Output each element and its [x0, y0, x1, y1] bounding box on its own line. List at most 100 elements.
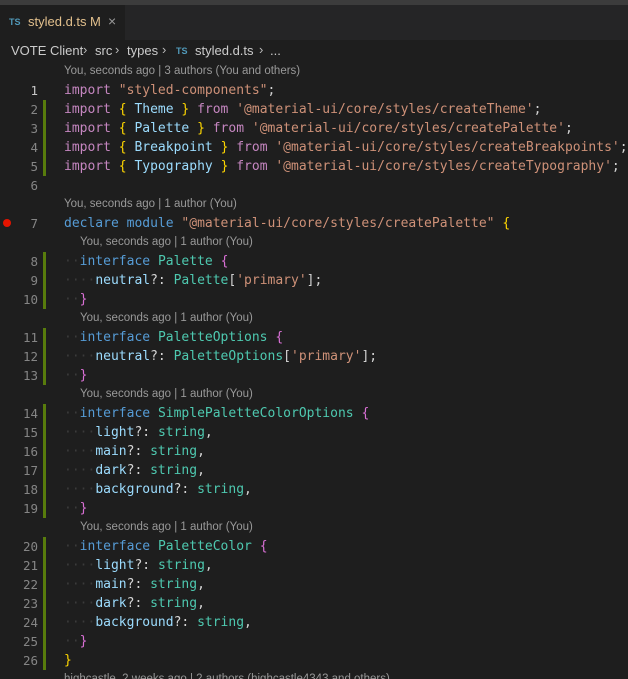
codelens-blame[interactable]: You, seconds ago | 1 author (You) — [64, 195, 237, 214]
line-number: 1 — [30, 83, 38, 98]
line-number: 12 — [22, 349, 38, 364]
codelens-blame[interactable]: You, seconds ago | 1 author (You) — [80, 309, 253, 328]
gutter-added-marker — [43, 328, 46, 347]
code-text: import { Breakpoint } from '@material-ui… — [64, 140, 628, 155]
code-line[interactable]: 10 ··} — [0, 290, 628, 309]
code-text: ··} — [64, 634, 88, 649]
line-number: 22 — [22, 577, 38, 592]
breadcrumb-item-more[interactable]: ... — [270, 43, 281, 58]
code-line[interactable]: 16 ····main?: string, — [0, 442, 628, 461]
code-text: } — [64, 653, 72, 668]
gutter-added-marker — [43, 461, 46, 480]
line-number: 8 — [30, 254, 38, 269]
code-line[interactable]: 15 ····light?: string, — [0, 423, 628, 442]
code-editor[interactable]: You, seconds ago | 3 authors (You and ot… — [0, 62, 628, 679]
line-number: 7 — [30, 216, 38, 231]
code-text: ····light?: string, — [64, 558, 213, 573]
code-line[interactable]: 6 — [0, 176, 628, 195]
gutter-added-marker — [43, 404, 46, 423]
codelens-blame[interactable]: You, seconds ago | 3 authors (You and ot… — [64, 62, 300, 81]
code-line[interactable]: 5 import { Typography } from '@material-… — [0, 157, 628, 176]
codelens-blame[interactable]: highcastle, 2 weeks ago | 2 authors (hig… — [64, 670, 390, 679]
code-line[interactable]: 26 } — [0, 651, 628, 670]
tab-styled-d-ts[interactable]: TS styled.d.ts M × — [0, 5, 125, 40]
breadcrumb: VOTE Client › src › types › TS styled.d.… — [0, 40, 628, 62]
chevron-right-icon: › — [83, 42, 88, 57]
line-number: 14 — [22, 406, 38, 421]
gutter-added-marker — [43, 366, 46, 385]
code-line[interactable]: 22 ····main?: string, — [0, 575, 628, 594]
line-number: 9 — [30, 273, 38, 288]
codelens-blame[interactable]: You, seconds ago | 1 author (You) — [80, 233, 253, 252]
code-line[interactable]: 17 ····dark?: string, — [0, 461, 628, 480]
gutter-added-marker — [43, 575, 46, 594]
gutter-added-marker — [43, 480, 46, 499]
code-text: ····neutral?: Palette['primary']; — [64, 273, 323, 288]
chevron-right-icon: › — [162, 42, 167, 57]
code-text: import { Palette } from '@material-ui/co… — [64, 121, 573, 136]
code-text: ····main?: string, — [64, 444, 205, 459]
code-text: ····dark?: string, — [64, 463, 205, 478]
code-line[interactable]: 11 ··interface PaletteOptions { — [0, 328, 628, 347]
code-text: import { Typography } from '@material-ui… — [64, 159, 620, 174]
codelens-blame[interactable]: You, seconds ago | 1 author (You) — [80, 518, 253, 537]
code-text: ····dark?: string, — [64, 596, 205, 611]
line-number: 11 — [22, 330, 38, 345]
line-number: 16 — [22, 444, 38, 459]
line-number: 18 — [22, 482, 38, 497]
gutter-added-marker — [43, 556, 46, 575]
code-line[interactable]: 1 import "styled-components"; — [0, 81, 628, 100]
close-icon[interactable]: × — [108, 13, 116, 29]
code-line[interactable]: 3 import { Palette } from '@material-ui/… — [0, 119, 628, 138]
line-number: 6 — [30, 178, 38, 193]
line-number: 26 — [22, 653, 38, 668]
gutter-added-marker — [43, 138, 46, 157]
code-line[interactable]: 2 import { Theme } from '@material-ui/co… — [0, 100, 628, 119]
line-number: 20 — [22, 539, 38, 554]
gutter-added-marker — [43, 271, 46, 290]
gutter-added-marker — [43, 632, 46, 651]
code-line[interactable]: 12 ····neutral?: PaletteOptions['primary… — [0, 347, 628, 366]
breadcrumb-item-file[interactable]: styled.d.ts — [195, 43, 254, 58]
codelens-blame[interactable]: You, seconds ago | 1 author (You) — [80, 385, 253, 404]
code-text: ··interface SimplePaletteColorOptions { — [64, 406, 370, 421]
line-number: 25 — [22, 634, 38, 649]
breadcrumb-item-types[interactable]: types — [127, 43, 158, 58]
code-line[interactable]: 24 ····background?: string, — [0, 613, 628, 632]
gutter-added-marker — [43, 537, 46, 556]
code-line[interactable]: 13 ··} — [0, 366, 628, 385]
code-line[interactable]: 18 ····background?: string, — [0, 480, 628, 499]
line-number: 21 — [22, 558, 38, 573]
code-text: ····background?: string, — [64, 615, 252, 630]
typescript-file-icon: TS — [9, 17, 21, 27]
code-text: ··interface PaletteColor { — [64, 539, 268, 554]
code-text: import "styled-components"; — [64, 83, 276, 98]
code-line[interactable]: 21 ····light?: string, — [0, 556, 628, 575]
code-text: ··} — [64, 501, 88, 516]
typescript-file-icon: TS — [176, 46, 188, 56]
code-line[interactable]: 9 ····neutral?: Palette['primary']; — [0, 271, 628, 290]
gutter-added-marker — [43, 613, 46, 632]
code-text: ····neutral?: PaletteOptions['primary']; — [64, 349, 378, 364]
line-number: 3 — [30, 121, 38, 136]
code-line[interactable]: 25 ··} — [0, 632, 628, 651]
code-line[interactable]: 19 ··} — [0, 499, 628, 518]
gutter-added-marker — [43, 651, 46, 670]
code-line[interactable]: 14 ··interface SimplePaletteColorOptions… — [0, 404, 628, 423]
code-text: import { Theme } from '@material-ui/core… — [64, 102, 542, 117]
line-number: 15 — [22, 425, 38, 440]
line-number: 17 — [22, 463, 38, 478]
gutter-added-marker — [43, 423, 46, 442]
code-text: ··interface Palette { — [64, 254, 229, 269]
code-line[interactable]: 7 declare module "@material-ui/core/styl… — [0, 214, 628, 233]
chevron-right-icon: › — [259, 42, 264, 57]
code-line[interactable]: 23 ····dark?: string, — [0, 594, 628, 613]
breadcrumb-item-src[interactable]: src — [95, 43, 112, 58]
code-line[interactable]: 20 ··interface PaletteColor { — [0, 537, 628, 556]
breadcrumb-item-workspace[interactable]: VOTE Client — [11, 43, 83, 58]
code-text: ··} — [64, 368, 88, 383]
code-text: ····background?: string, — [64, 482, 252, 497]
code-line[interactable]: 4 import { Breakpoint } from '@material-… — [0, 138, 628, 157]
code-line[interactable]: 8 ··interface Palette { — [0, 252, 628, 271]
line-number: 24 — [22, 615, 38, 630]
